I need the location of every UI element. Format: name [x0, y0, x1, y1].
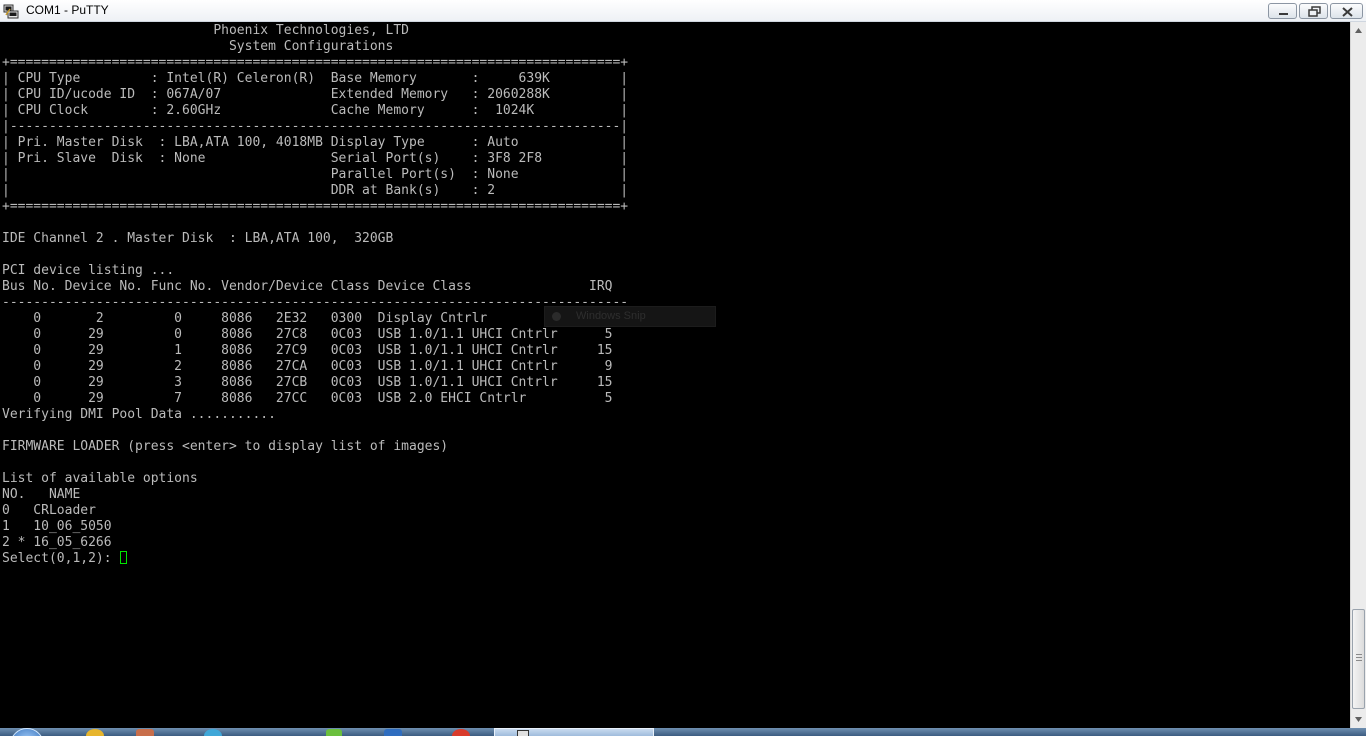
text-cursor[interactable] — [120, 551, 128, 564]
terminal-line: Phoenix Technologies, LTD — [2, 23, 409, 38]
select-prompt[interactable]: Select(0,1,2): — [2, 551, 628, 567]
terminal-line: NO. NAME — [2, 487, 81, 502]
pinned-app-icon[interactable] — [384, 729, 402, 736]
terminal-line: | DDR at Bank(s) : 2 | — [2, 183, 629, 198]
taskbar-button-putty[interactable] — [494, 728, 654, 736]
pinned-app-icon[interactable] — [452, 729, 470, 736]
grip-line — [1356, 654, 1362, 655]
terminal-line: 1 10_06_5050 — [2, 519, 112, 534]
vertical-scrollbar[interactable] — [1350, 22, 1366, 728]
window-title: COM1 - PuTTY — [26, 3, 109, 17]
terminal-line: |---------------------------------------… — [2, 119, 629, 134]
terminal-line: +=======================================… — [2, 199, 629, 214]
taskbar[interactable] — [0, 728, 1366, 736]
arrow-down-icon — [1355, 717, 1362, 722]
maximize-icon — [1308, 6, 1321, 17]
terminal-line: PCI device listing ... — [2, 263, 175, 278]
scroll-down-button[interactable] — [1351, 711, 1366, 728]
pinned-app-icon[interactable] — [136, 729, 154, 736]
terminal-line: | Pri. Master Disk : LBA,ATA 100, 4018MB… — [2, 135, 629, 150]
terminal-line: 2 * 16_05_6266 — [2, 535, 112, 550]
title-bar[interactable]: COM1 - PuTTY — [0, 0, 1366, 22]
pinned-app-icon[interactable] — [326, 729, 342, 736]
minimize-icon — [1279, 13, 1288, 15]
terminal-line: 0 2 0 8086 2E32 0300 Display Cntrlr 15 — [2, 311, 613, 326]
terminal-line: | Pri. Slave Disk : None Serial Port(s) … — [2, 151, 629, 166]
close-icon — [1342, 7, 1353, 17]
terminal-line: 0 29 7 8086 27CC 0C03 USB 2.0 EHCI Cntrl… — [2, 391, 613, 406]
grip-line — [1356, 657, 1362, 658]
terminal-line: ----------------------------------------… — [2, 295, 629, 310]
close-button[interactable] — [1330, 3, 1363, 19]
terminal-line: | Parallel Port(s) : None | — [2, 167, 629, 182]
terminal-line: 0 29 3 8086 27CB 0C03 USB 1.0/1.1 UHCI C… — [2, 375, 613, 390]
prompt-text: Select(0,1,2): — [2, 551, 120, 566]
snip-tooltip: Windows Snip — [544, 306, 716, 327]
terminal-line: +=======================================… — [2, 55, 629, 70]
terminal-line: 0 29 1 8086 27C9 0C03 USB 1.0/1.1 UHCI C… — [2, 343, 613, 358]
terminal-line: System Configurations — [2, 39, 394, 54]
terminal-line: | CPU Clock : 2.60GHz Cache Memory : 102… — [2, 103, 629, 118]
terminal-line: | CPU ID/ucode ID : 067A/07 Extended Mem… — [2, 87, 629, 102]
snip-label: Windows Snip — [576, 310, 646, 322]
scroll-up-button[interactable] — [1351, 22, 1366, 39]
putty-window: COM1 - PuTTY Phoenix Technologies, LTD S… — [0, 0, 1366, 736]
pinned-app-icon[interactable] — [86, 729, 104, 736]
terminal-area[interactable]: Phoenix Technologies, LTD System Configu… — [0, 22, 1350, 728]
restore-button[interactable] — [1299, 3, 1328, 19]
arrow-up-icon — [1355, 28, 1362, 33]
minimize-button[interactable] — [1268, 3, 1297, 19]
terminal-line: 0 29 2 8086 27CA 0C03 USB 1.0/1.1 UHCI C… — [2, 359, 613, 374]
scroll-thumb[interactable] — [1352, 609, 1365, 709]
scissors-icon — [552, 312, 561, 321]
grip-line — [1356, 660, 1362, 661]
pinned-app-icon[interactable] — [204, 729, 222, 736]
terminal-line: 0 29 0 8086 27C8 0C03 USB 1.0/1.1 UHCI C… — [2, 327, 613, 342]
putty-icon — [517, 730, 529, 736]
terminal-line: | CPU Type : Intel(R) Celeron(R) Base Me… — [2, 71, 629, 86]
terminal-line: List of available options — [2, 471, 198, 486]
terminal-output: Phoenix Technologies, LTD System Configu… — [2, 23, 628, 567]
putty-icon[interactable] — [3, 3, 19, 19]
terminal-line: Bus No. Device No. Func No. Vendor/Devic… — [2, 279, 613, 294]
terminal-line: 0 CRLoader — [2, 503, 96, 518]
terminal-line: Verifying DMI Pool Data ........... — [2, 407, 276, 422]
windows-start-orb-icon[interactable] — [10, 728, 44, 736]
terminal-line: IDE Channel 2 . Master Disk : LBA,ATA 10… — [2, 231, 394, 246]
terminal-line: FIRMWARE LOADER (press <enter> to displa… — [2, 439, 449, 454]
